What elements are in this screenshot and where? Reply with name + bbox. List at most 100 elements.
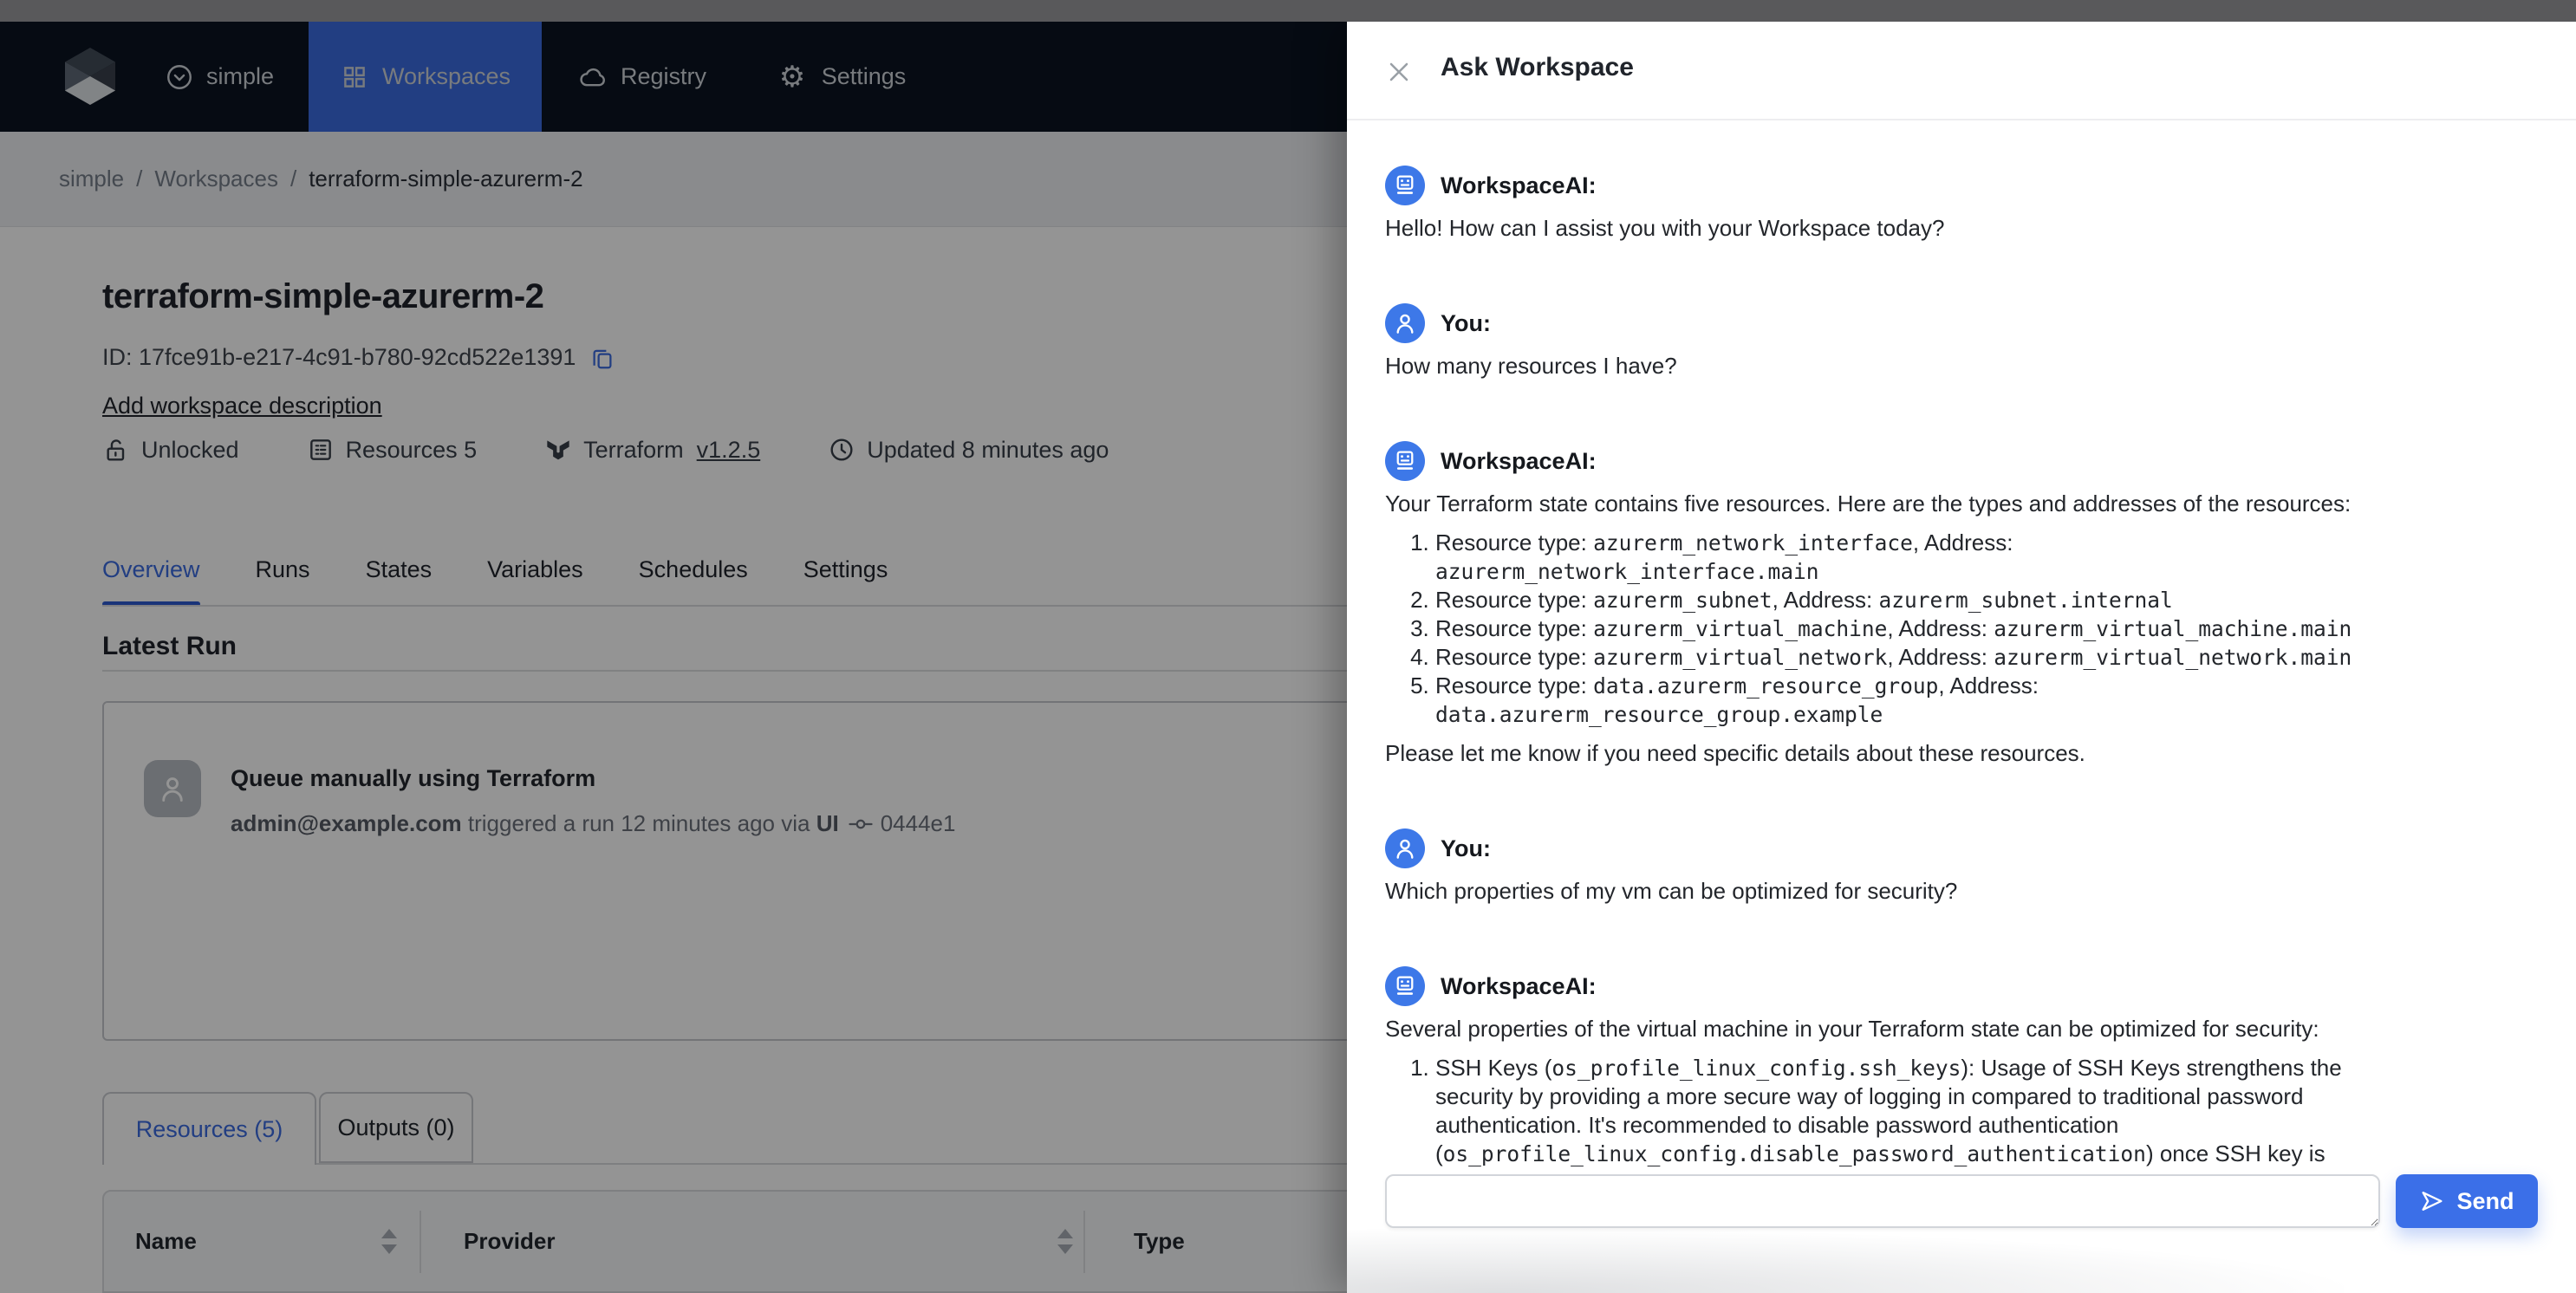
grid-icon [340,62,369,92]
robot-avatar-icon [1385,441,1425,481]
chat-text-line: Resource type: azurerm_virtual_machine, … [1435,615,2352,641]
breadcrumb-separator: / [289,166,297,192]
run-commit[interactable]: 0444e1 [881,810,956,837]
add-description-link[interactable]: Add workspace description [102,393,382,419]
chat-message-user: You: How many resources I have? [1385,303,2553,380]
latest-run-card[interactable]: Queue manually using Terraform admin@exa… [102,701,1454,1041]
meta-version-link[interactable]: v1.2.5 [697,437,761,464]
tab-resources[interactable]: Resources (5) [102,1092,316,1165]
clock-icon [828,436,855,464]
chat-text-line: Please let me know if you need specific … [1385,740,2085,766]
chat-text-line: Resource type: azurerm_virtual_network, … [1435,644,2352,670]
chat-list-item: Resource type: azurerm_subnet, Address: … [1435,586,2553,614]
nav-item-workspaces[interactable]: Workspaces [309,22,542,132]
resources-table-header: Name Provider Type [102,1190,1454,1293]
chat-message-ai: WorkspaceAI: Hello! How can I assist you … [1385,166,2553,243]
chat-transcript: WorkspaceAI: Hello! How can I assist you … [1385,120,2553,1169]
chat-input[interactable] [1385,1174,2380,1228]
user-avatar [144,760,201,817]
ask-workspace-panel: Ask Workspace WorkspaceAI: Hello! How can… [1347,22,2576,1293]
meta-label: Resources 5 [345,436,478,463]
chat-numbered-list: SSH Keys (os_profile_linux_config.ssh_ke… [1385,1054,2553,1168]
cloud-icon [578,62,608,92]
chat-message-ai: WorkspaceAI: Several properties of the vi… [1385,966,2553,1168]
meta-terraform: Terraform v1.2.5 [544,436,760,464]
column-divider [420,1211,421,1273]
chat-message-header: You: [1385,828,2553,868]
chat-text-line: How many resources I have? [1385,353,1677,379]
nav-item-label: Registry [620,63,707,89]
chat-text-line: azurerm_network_interface.main [1435,559,1819,584]
chat-list-item: Resource type: azurerm_virtual_network, … [1435,643,2553,672]
nav-item-registry[interactable]: Registry [542,22,743,132]
chat-message-header: WorkspaceAI: [1385,441,2553,481]
tab-outputs[interactable]: Outputs (0) [319,1092,473,1163]
workspace-meta: Unlocked Resources 5 Terraform v1.2.5 Update… [102,431,1109,469]
chat-list-item: Resource type: data.azurerm_resource_gro… [1435,672,2553,729]
breadcrumb: simple / Workspaces / terraform-simple-azure… [59,166,583,192]
org-logo[interactable] [65,48,115,105]
chat-sender-label: WorkspaceAI: [1441,972,1597,999]
chat-text-line: SSH Keys (os_profile_linux_config.ssh_ke… [1435,1055,2342,1081]
chat-text-line: Resource type: azurerm_subnet, Address: … [1435,587,2173,613]
close-icon[interactable] [1383,56,1415,88]
chat-text-line: Hello! How can I assist you with your Wo… [1385,215,1945,241]
user-avatar-icon [1385,303,1425,343]
workspace-tabs: Overview Runs States Variables Schedules Sett… [102,549,888,607]
latest-run-heading: Latest Run [102,632,237,660]
tabs-divider [102,605,1402,607]
panel-title: Ask Workspace [1441,53,1634,81]
chat-text-line: Resource type: data.azurerm_resource_gro… [1435,672,2039,698]
robot-avatar-icon [1385,166,1425,205]
tab-overview[interactable]: Overview [102,549,200,607]
send-label: Send [2456,1187,2514,1214]
chat-sender-label: WorkspaceAI: [1441,172,1597,198]
copy-icon[interactable] [589,345,615,371]
tab-states[interactable]: States [366,549,433,607]
breadcrumb-link[interactable]: simple [59,166,124,192]
run-title[interactable]: Queue manually using Terraform [231,765,595,792]
nav-item-label: Settings [821,63,907,89]
send-button[interactable]: Send [2396,1174,2538,1228]
sort-arrows-icon[interactable] [381,1192,397,1291]
terraform-icon [544,436,572,464]
nav-item-settings[interactable]: ⚙ Settings [738,22,946,132]
chat-text-line: security by providing a more secure way … [1435,1083,2304,1109]
workspace-id-row: ID: 17fce91b-e217-4c91-b780-92cd522e1391 [102,344,615,371]
chat-text-line: data.azurerm_resource_group.example [1435,702,1883,727]
run-actor: admin@example.com [231,810,462,836]
chat-message-header: You: [1385,303,2553,343]
page-title: terraform-simple-azurerm-2 [102,277,544,315]
chat-message-header: WorkspaceAI: [1385,966,2553,1006]
meta-resources: Resources 5 [307,436,478,464]
org-switcher[interactable]: simple [165,22,274,132]
sort-arrows-icon[interactable] [1057,1192,1073,1291]
resources-icon [307,436,335,464]
column-header-type[interactable]: Type [1134,1192,1185,1291]
org-name: simple [206,63,275,89]
breadcrumb-current: terraform-simple-azurerm-2 [309,166,583,192]
tab-schedules[interactable]: Schedules [639,549,748,607]
tab-variables[interactable]: Variables [487,549,583,607]
meta-label: Unlocked [141,436,239,463]
meta-unlocked: Unlocked [102,436,239,464]
check-circle-icon [165,62,194,92]
meta-updated: Updated 8 minutes ago [828,436,1109,464]
chat-list-item: Resource type: azurerm_network_interface… [1435,529,2553,586]
chat-text-line: authentication. It's recommended to disa… [1435,1112,2119,1138]
column-header-provider[interactable]: Provider [464,1192,556,1291]
column-header-name[interactable]: Name [135,1192,197,1291]
user-avatar-icon [1385,828,1425,868]
tab-settings[interactable]: Settings [803,549,888,607]
tab-runs[interactable]: Runs [256,549,310,607]
screen: simple Workspaces Registry ⚙ Settings simpl… [0,0,2576,1293]
panel-bottom-shadow [1347,1229,2344,1293]
chat-message-user: You: Which properties of my vm can be opt… [1385,828,2553,906]
gear-icon: ⚙ [778,59,806,94]
breadcrumb-separator: / [136,166,143,192]
chat-text-line: Which properties of my vm can be optimiz… [1385,878,1958,904]
chat-message-ai: WorkspaceAI: Your Terraform state contain… [1385,441,2553,768]
breadcrumb-link[interactable]: Workspaces [154,166,278,192]
run-subtitle: admin@example.com triggered a run 12 min… [231,810,955,837]
commit-icon [848,811,874,837]
